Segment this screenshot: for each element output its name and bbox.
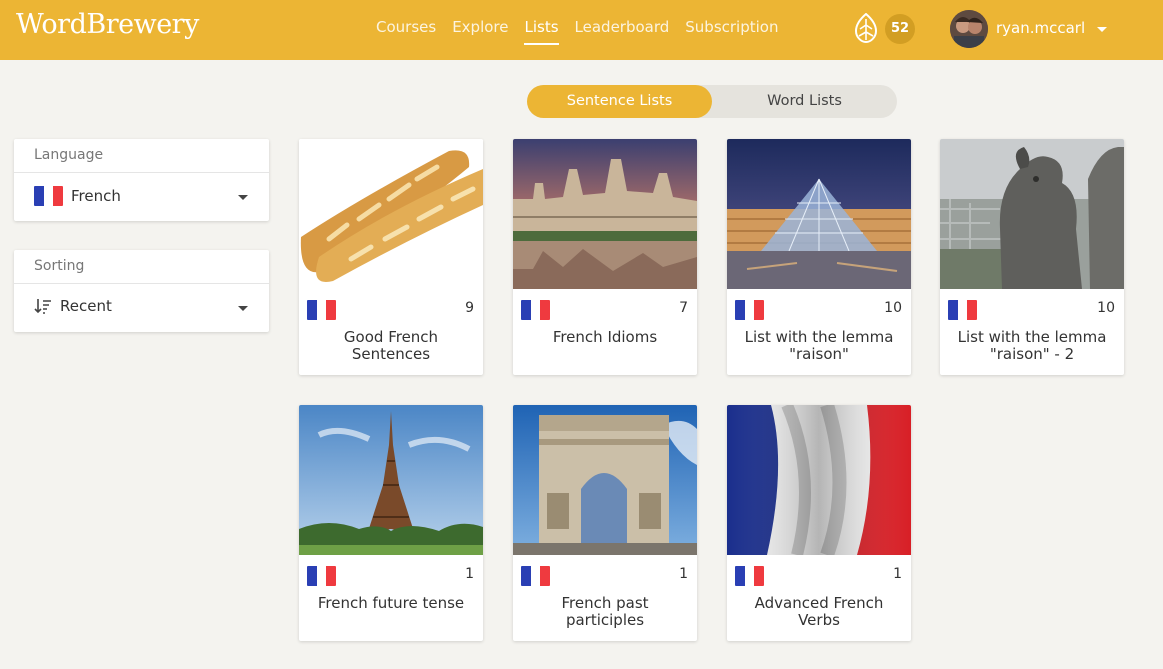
chevron-down-icon[interactable] xyxy=(1097,27,1107,32)
nav-courses[interactable]: Courses xyxy=(376,18,436,45)
list-card[interactable]: 1 French future tense xyxy=(299,405,483,641)
card-title: Good French Sentences xyxy=(343,328,439,363)
list-card[interactable]: 1 French past participles xyxy=(513,405,697,641)
sort-icon xyxy=(34,299,51,314)
card-title: List with the lemma "raison" xyxy=(744,328,894,363)
sentence-lists-tab[interactable]: Sentence Lists xyxy=(527,85,712,118)
sentence-count: 1 xyxy=(893,566,902,582)
avatar-image xyxy=(950,10,988,48)
divider xyxy=(14,172,269,173)
sentence-count: 10 xyxy=(1097,300,1115,316)
sentence-count: 10 xyxy=(884,300,902,316)
chevron-down-icon[interactable] xyxy=(238,195,248,200)
louvre-pyramid-image xyxy=(727,139,911,289)
sentence-count: 1 xyxy=(465,566,474,582)
avatar[interactable] xyxy=(950,10,988,48)
french-flag-icon xyxy=(307,566,336,586)
list-card[interactable]: 10 List with the lemma "raison" - 2 xyxy=(940,139,1124,375)
french-flag-icon xyxy=(307,300,336,320)
sorting-filter: Sorting Recent xyxy=(14,250,269,332)
list-card[interactable]: 9 Good French Sentences xyxy=(299,139,483,375)
list-card[interactable]: 1 Advanced French Verbs xyxy=(727,405,911,641)
sorting-label: Sorting xyxy=(34,258,85,274)
chateau-image xyxy=(513,139,697,289)
nav-leaderboard[interactable]: Leaderboard xyxy=(575,18,670,45)
card-title: French Idioms xyxy=(552,328,658,346)
french-flag-icon xyxy=(34,186,63,206)
eiffel-tower-image xyxy=(299,405,483,555)
word-lists-tab[interactable]: Word Lists xyxy=(712,85,897,118)
language-filter: Language French xyxy=(14,139,269,221)
hops-icon xyxy=(854,13,878,43)
main-nav: Courses Explore Lists Leaderboard Subscr… xyxy=(376,18,794,45)
sentence-count: 9 xyxy=(465,300,474,316)
baguettes-image xyxy=(299,139,483,289)
sorting-value: Recent xyxy=(60,297,112,315)
sorting-select[interactable]: Recent xyxy=(34,297,112,315)
card-title: List with the lemma "raison" - 2 xyxy=(957,328,1107,363)
french-flag-icon xyxy=(521,300,550,320)
french-flag-icon xyxy=(735,566,764,586)
card-title: French past participles xyxy=(561,594,649,629)
top-header: WordBrewery Courses Explore Lists Leader… xyxy=(0,0,1163,60)
french-flag-image xyxy=(727,405,911,555)
wordbrewery-logo[interactable]: WordBrewery xyxy=(16,9,199,40)
sentence-count: 1 xyxy=(679,566,688,582)
list-type-toggle: Sentence Lists Word Lists xyxy=(527,85,897,118)
sentence-count: 7 xyxy=(679,300,688,316)
arc-de-triomphe-image xyxy=(513,405,697,555)
nav-lists[interactable]: Lists xyxy=(524,18,559,45)
nav-subscription[interactable]: Subscription xyxy=(685,18,778,45)
language-label: Language xyxy=(34,147,104,163)
french-flag-icon xyxy=(521,566,550,586)
points-badge: 52 xyxy=(885,14,915,44)
language-value: French xyxy=(71,187,121,205)
gargoyle-image xyxy=(940,139,1124,289)
nav-explore[interactable]: Explore xyxy=(452,18,508,45)
chevron-down-icon[interactable] xyxy=(238,306,248,311)
language-select[interactable]: French xyxy=(34,186,121,206)
french-flag-icon xyxy=(948,300,977,320)
card-title: French future tense xyxy=(317,594,465,612)
list-card[interactable]: 10 List with the lemma "raison" xyxy=(727,139,911,375)
french-flag-icon xyxy=(735,300,764,320)
card-title: Advanced French Verbs xyxy=(754,594,884,629)
list-card[interactable]: 7 French Idioms xyxy=(513,139,697,375)
divider xyxy=(14,283,269,284)
username[interactable]: ryan.mccarl xyxy=(996,19,1085,37)
